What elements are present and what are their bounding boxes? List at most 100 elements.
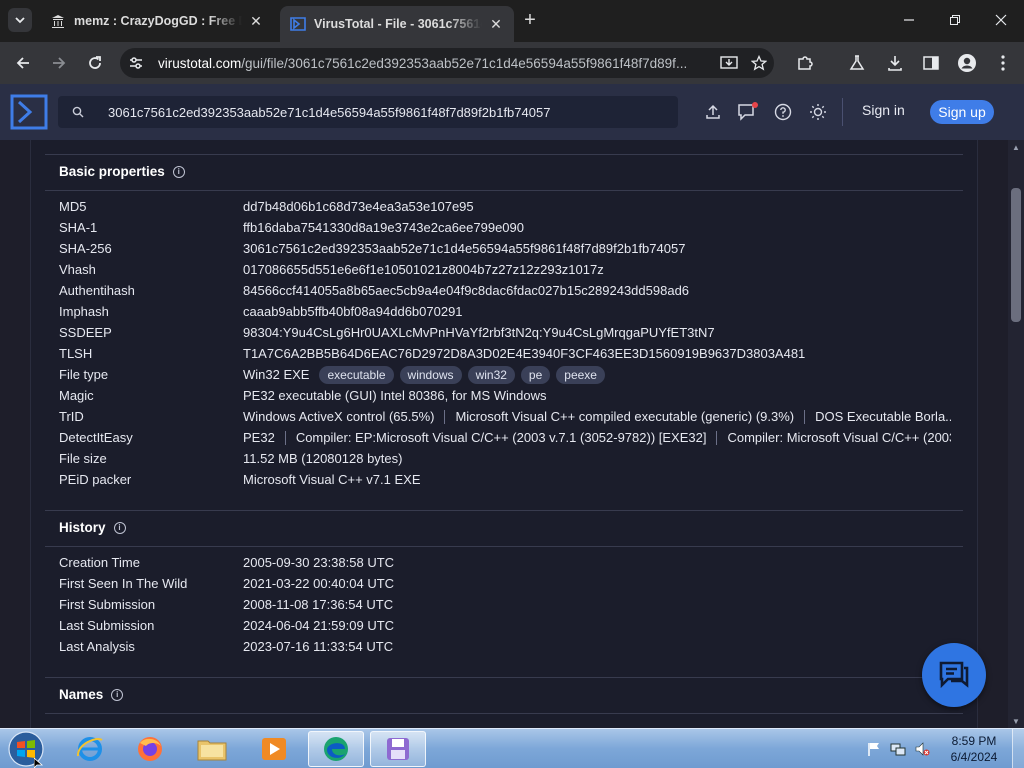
section-title-text: Basic properties: [59, 164, 165, 179]
property-value: 2024-06-04 21:59:09 UTC: [243, 618, 395, 633]
scroll-up-arrow-icon[interactable]: ▲: [1008, 140, 1024, 154]
tab-virustotal[interactable]: VirusTotal - File - 3061c7561c2 ✕: [280, 6, 514, 42]
taskbar-firefox[interactable]: [122, 731, 178, 767]
search-input[interactable]: 3061c7561c2ed392353aab52e71c1d4e56594a55…: [58, 96, 678, 128]
file-type-tag[interactable]: win32: [467, 365, 515, 384]
firefox-icon: [138, 737, 162, 761]
install-app-button[interactable]: [714, 48, 744, 78]
help-button[interactable]: [769, 98, 797, 126]
history-row-first-submission: First Submission 2008-11-08 17:36:54 UTC: [59, 594, 393, 615]
property-label: TLSH: [59, 346, 93, 361]
restore-icon: [950, 15, 960, 25]
menu-button[interactable]: [988, 48, 1018, 78]
property-row-md5: MD5 dd7b48d06b1c68d73e4ea3a53e107e95: [59, 196, 474, 217]
downloads-button[interactable]: [880, 48, 910, 78]
virustotal-logo-icon[interactable]: [10, 93, 48, 131]
notifications-button[interactable]: [734, 98, 762, 126]
system-clock[interactable]: 8:59 PM 6/4/2024: [944, 733, 1004, 765]
property-row-authentihash: Authentihash 84566ccf414055a8b65aec5cb9a4…: [59, 280, 689, 301]
profile-button[interactable]: [952, 48, 982, 78]
taskbar-edge[interactable]: [308, 731, 364, 767]
info-icon[interactable]: i: [172, 165, 185, 178]
property-row-file-size: File size 11.52 MB (12080128 bytes): [59, 448, 402, 469]
action-center-flag-icon[interactable]: [866, 741, 882, 757]
arrow-right-icon: [53, 57, 66, 69]
scrollbar-thumb[interactable]: [1011, 188, 1021, 322]
property-value: Microsoft Visual C++ v7.1 EXE: [243, 472, 421, 487]
property-row-tlsh: TLSH T1A7C6A2BB5B64D6EAC76D2972D8A3D02E4E…: [59, 343, 805, 364]
taskbar-ie[interactable]: [62, 731, 118, 767]
header-divider: [842, 98, 843, 126]
show-desktop-button[interactable]: [1012, 729, 1024, 768]
taskbar-explorer[interactable]: [184, 731, 240, 767]
theme-toggle-button[interactable]: [804, 98, 832, 126]
file-type-value: Win32 EXE: [243, 367, 310, 382]
property-label: Imphash: [59, 304, 109, 319]
media-player-icon: [262, 738, 286, 760]
page-scrollbar[interactable]: ▲ ▼: [1008, 140, 1024, 728]
clock-date: 6/4/2024: [950, 750, 998, 764]
browser-toolbar: virustotal.com/gui/file/3061c7561c2ed392…: [0, 42, 1024, 84]
file-type-tag[interactable]: peexe: [556, 365, 605, 384]
url-text[interactable]: virustotal.com/gui/file/3061c7561c2ed392…: [158, 56, 714, 71]
taskbar-media-player[interactable]: [246, 731, 302, 767]
sign-up-button[interactable]: Sign up: [930, 100, 994, 124]
section-title-basic-properties: Basic properties i: [59, 164, 185, 179]
file-type-tag[interactable]: pe: [520, 365, 551, 384]
scroll-down-arrow-icon[interactable]: ▼: [1008, 714, 1024, 728]
puzzle-icon: [798, 56, 813, 70]
property-value: 2008-11-08 17:36:54 UTC: [243, 597, 394, 612]
property-row-trid: TrID Windows ActiveX control (65.5%) Mic…: [59, 406, 951, 427]
bookmark-button[interactable]: [744, 48, 774, 78]
install-icon: [720, 56, 738, 69]
file-type-tag[interactable]: windows: [399, 365, 462, 384]
address-bar[interactable]: virustotal.com/gui/file/3061c7561c2ed392…: [120, 48, 774, 78]
property-value: PE32 executable (GUI) Intel 80386, for M…: [243, 388, 547, 403]
reload-button[interactable]: [80, 48, 110, 78]
property-label: First Seen In The Wild: [59, 576, 188, 591]
search-value: 3061c7561c2ed392353aab52e71c1d4e56594a55…: [108, 104, 551, 120]
trid-entry: DOS Executable Borla...: [815, 409, 951, 424]
back-button[interactable]: [8, 48, 38, 78]
tab-memz[interactable]: memz : CrazyDogGD : Free Do ✕: [40, 6, 274, 36]
info-icon[interactable]: i: [111, 688, 124, 701]
clock-time: 8:59 PM: [951, 734, 997, 748]
extensions-button[interactable]: [790, 48, 820, 78]
flask-icon: [849, 55, 865, 70]
folder-icon: [197, 740, 227, 761]
history-row-last-submission: Last Submission 2024-06-04 21:59:09 UTC: [59, 615, 394, 636]
taskbar-app-disk[interactable]: [370, 731, 426, 767]
network-icon[interactable]: [890, 741, 906, 757]
info-icon[interactable]: i: [113, 521, 126, 534]
property-value: 11.52 MB (12080128 bytes): [243, 451, 403, 466]
tab-title: memz : CrazyDogGD : Free Do: [74, 14, 242, 28]
forward-button[interactable]: [44, 48, 74, 78]
side-panel-button[interactable]: [916, 48, 946, 78]
close-window-button[interactable]: [978, 0, 1024, 40]
trid-entry: Microsoft Visual C++ compiled executable…: [445, 409, 806, 424]
property-value: PE32 Compiler: EP:Microsoft Visual C/C++…: [243, 430, 951, 445]
url-host: virustotal.com: [158, 55, 242, 71]
labs-button[interactable]: [842, 48, 872, 78]
volume-muted-icon[interactable]: [914, 741, 930, 757]
close-tab-icon[interactable]: ✕: [488, 16, 504, 32]
property-value: 3061c7561c2ed392353aab52e71c1d4e56594a55…: [243, 241, 686, 256]
tab-title: VirusTotal - File - 3061c7561c2: [314, 17, 482, 31]
new-tab-button[interactable]: +: [518, 8, 542, 32]
site-info-button[interactable]: [122, 49, 150, 77]
chat-button[interactable]: [922, 643, 986, 707]
property-row-sha256: SHA-256 3061c7561c2ed392353aab52e71c1d4e5…: [59, 238, 685, 259]
reload-icon: [89, 56, 101, 69]
file-type-tag[interactable]: executable: [319, 365, 394, 384]
tab-search-button[interactable]: [8, 8, 32, 32]
main-content: Basic properties i MD5 dd7b48d06b1c68d73e…: [0, 140, 1008, 728]
sign-in-link[interactable]: Sign in: [862, 102, 905, 118]
archive-icon: [52, 15, 64, 28]
mouse-cursor-icon: [34, 758, 44, 768]
divider: [45, 190, 963, 191]
minimize-button[interactable]: [886, 0, 932, 40]
close-tab-icon[interactable]: ✕: [248, 13, 264, 29]
upload-button[interactable]: [699, 98, 727, 126]
section-title-text: Names: [59, 687, 104, 702]
restore-button[interactable]: [932, 0, 978, 40]
